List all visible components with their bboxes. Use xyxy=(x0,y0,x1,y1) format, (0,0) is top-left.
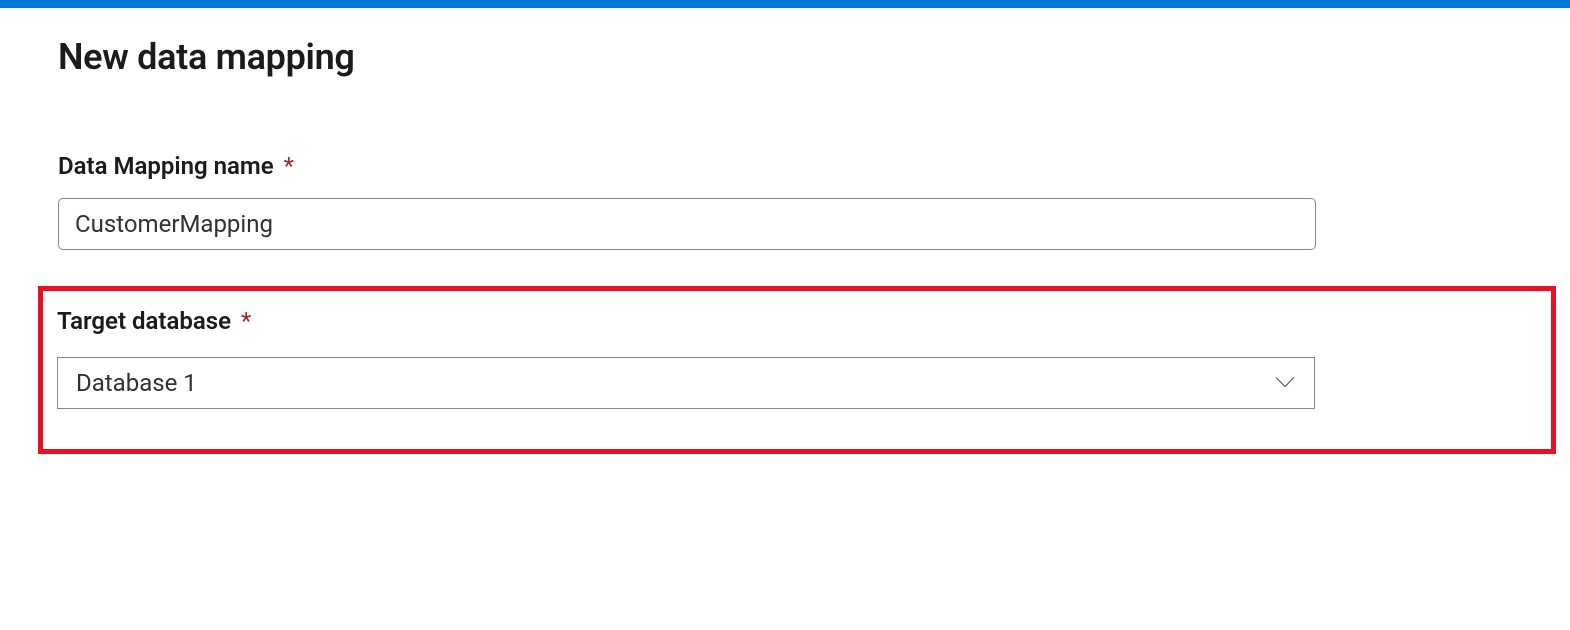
page-title: New data mapping xyxy=(58,36,1510,78)
target-database-selected-value: Database 1 xyxy=(76,369,197,397)
target-database-label-text: Target database xyxy=(57,307,231,335)
top-accent-bar xyxy=(0,0,1570,8)
required-indicator: * xyxy=(241,307,251,335)
mapping-name-label-text: Data Mapping name xyxy=(58,152,274,180)
required-indicator: * xyxy=(284,152,294,180)
target-database-select-wrapper: Database 1 xyxy=(57,357,1315,409)
mapping-name-label: Data Mapping name * xyxy=(58,152,1510,180)
form-panel: New data mapping Data Mapping name * Tar… xyxy=(0,8,1570,454)
mapping-name-input[interactable] xyxy=(58,198,1316,250)
target-database-label: Target database * xyxy=(57,307,1537,335)
target-database-highlight: Target database * Database 1 xyxy=(38,286,1556,454)
target-database-select[interactable]: Database 1 xyxy=(57,357,1315,409)
mapping-name-group: Data Mapping name * xyxy=(58,152,1510,250)
